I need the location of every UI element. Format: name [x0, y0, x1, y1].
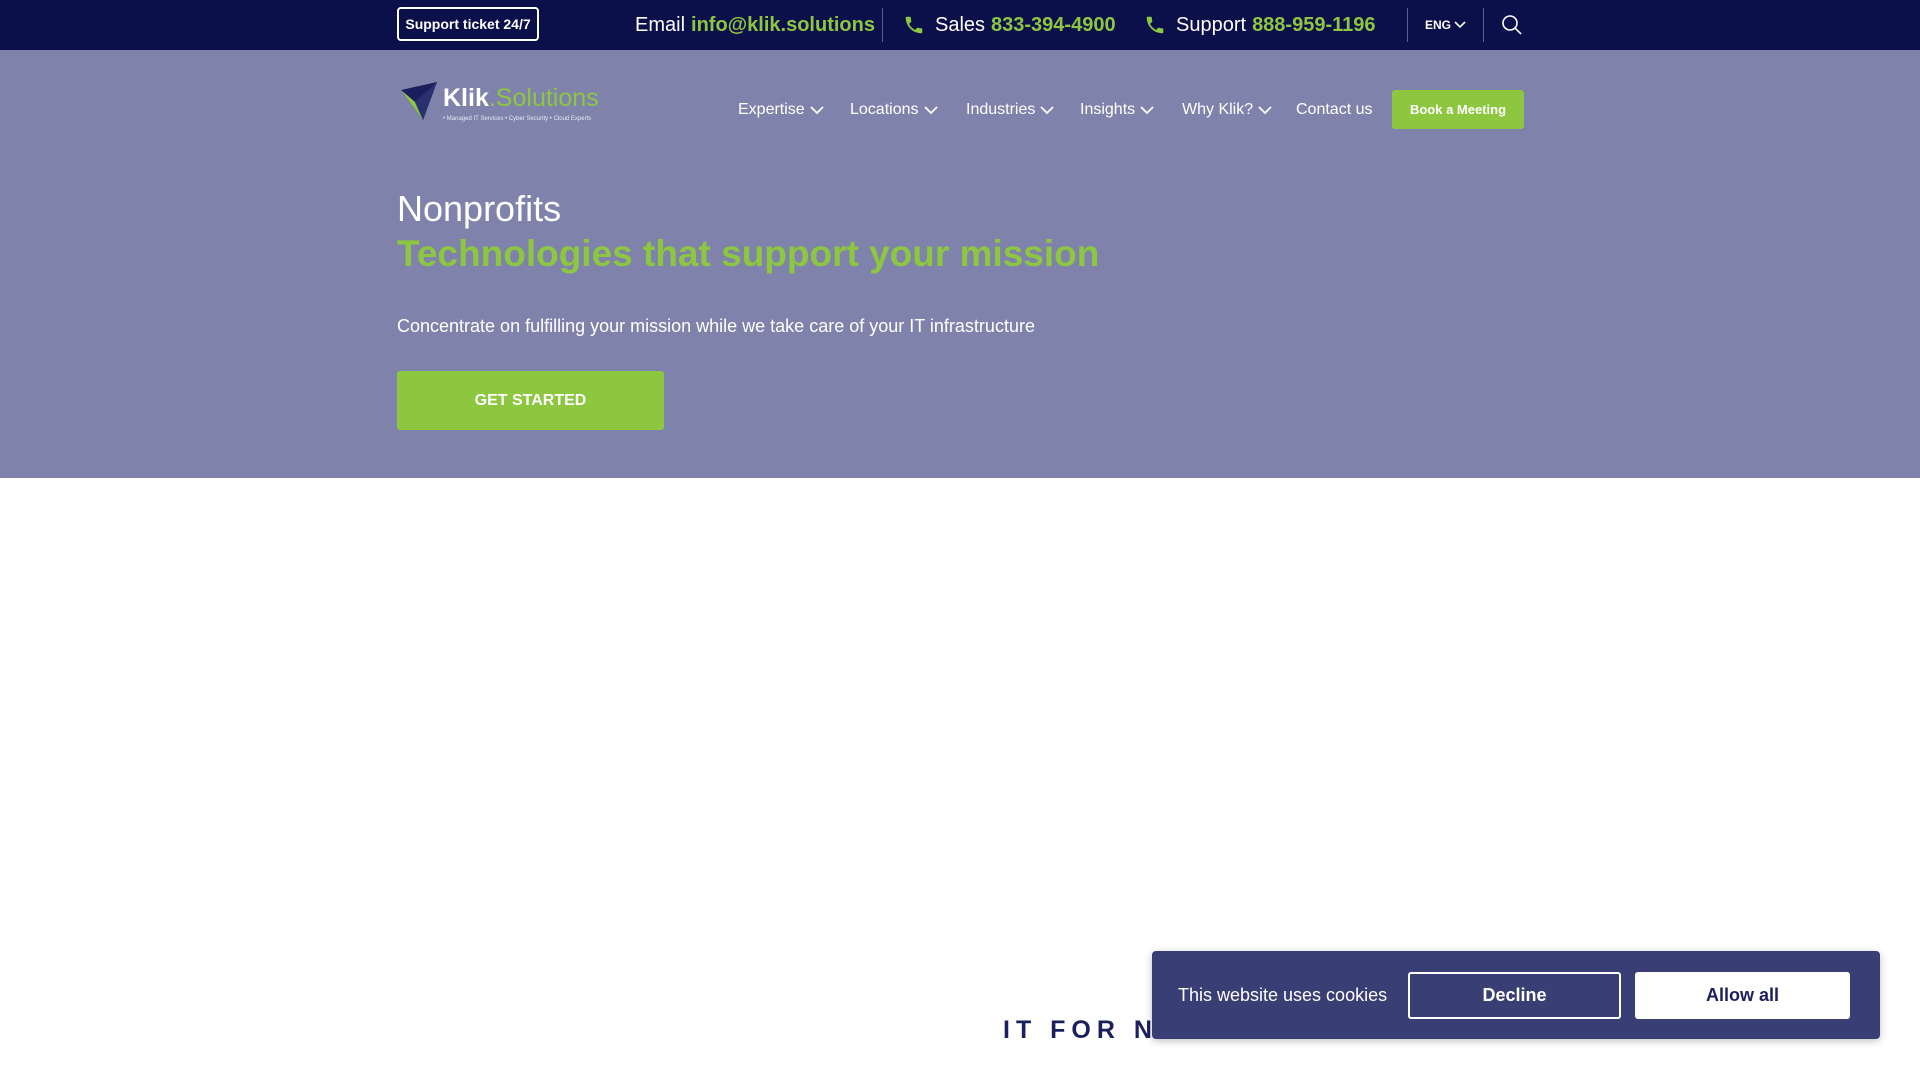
support-ticket-button[interactable]: Support ticket 24/7: [397, 7, 539, 41]
nav-insights[interactable]: Insights: [1080, 90, 1154, 130]
search-icon[interactable]: [1500, 13, 1524, 37]
language-label: ENG: [1425, 18, 1452, 32]
logo-name-part2: .Solutions: [488, 84, 599, 112]
book-meeting-button[interactable]: Book a Meeting: [1392, 90, 1524, 129]
divider: [882, 8, 883, 42]
divider: [1407, 8, 1408, 42]
sales-label: Sales: [935, 13, 986, 36]
hero-section: Klik.Solutions • Managed IT Services • C…: [0, 50, 1920, 478]
allow-all-cookies-button[interactable]: Allow all: [1635, 972, 1850, 1019]
get-started-button[interactable]: GET STARTED: [397, 371, 664, 430]
top-bar: Support ticket 24/7 Email info@klik.solu…: [0, 0, 1920, 50]
chevron-down-icon: [810, 105, 824, 114]
support-contact[interactable]: Support 888-959-1196: [1144, 0, 1376, 50]
chevron-down-icon: [1140, 105, 1154, 114]
nav-label: Contact us: [1296, 101, 1373, 118]
chevron-down-icon: [1040, 105, 1055, 114]
logo-mark-icon: [401, 82, 437, 120]
phone-icon: [903, 14, 925, 36]
logo-tagline: • Managed IT Services • Cyber Security •…: [443, 116, 592, 122]
support-phone-link[interactable]: 888-959-1196: [1252, 14, 1375, 37]
site-logo[interactable]: Klik.Solutions • Managed IT Services • C…: [397, 80, 627, 128]
logo-name-part1: Klik: [443, 84, 489, 112]
nav-label: Expertise: [738, 101, 805, 118]
hero-description: Concentrate on fulfilling your mission w…: [397, 316, 1035, 336]
page-title: Nonprofits: [397, 188, 562, 229]
chevron-down-icon: [1454, 21, 1466, 29]
divider: [1483, 8, 1484, 42]
email-link[interactable]: info@klik.solutions: [691, 14, 875, 37]
nav-why-klik[interactable]: Why Klik?: [1182, 90, 1272, 130]
language-selector[interactable]: ENG: [1425, 0, 1466, 50]
email-contact[interactable]: Email info@klik.solutions: [635, 0, 875, 50]
nav-contact-us[interactable]: Contact us: [1296, 90, 1372, 130]
phone-icon: [1144, 14, 1166, 36]
decline-cookies-button[interactable]: Decline: [1408, 972, 1621, 1019]
logo-wordmark: Klik.Solutions: [443, 84, 599, 113]
sales-phone-link[interactable]: 833-394-4900: [991, 14, 1116, 37]
hero-subtitle: Technologies that support your mission: [397, 233, 1100, 274]
sales-contact[interactable]: Sales 833-394-4900: [903, 0, 1116, 50]
support-label: Support: [1176, 13, 1247, 36]
email-label: Email: [635, 13, 686, 36]
cookie-banner: This website uses cookies Decline Allow …: [1152, 951, 1880, 1039]
nav-locations[interactable]: Locations: [850, 90, 938, 130]
chevron-down-icon: [923, 105, 938, 114]
nav-industries[interactable]: Industries: [966, 90, 1055, 130]
nav-label: Why Klik?: [1182, 101, 1254, 118]
nav-label: Industries: [966, 101, 1036, 118]
nav-label: Locations: [850, 101, 919, 118]
chevron-down-icon: [1258, 105, 1272, 114]
nav-expertise[interactable]: Expertise: [738, 90, 824, 130]
nav-label: Insights: [1080, 101, 1136, 118]
cookie-message: This website uses cookies: [1178, 984, 1388, 1005]
